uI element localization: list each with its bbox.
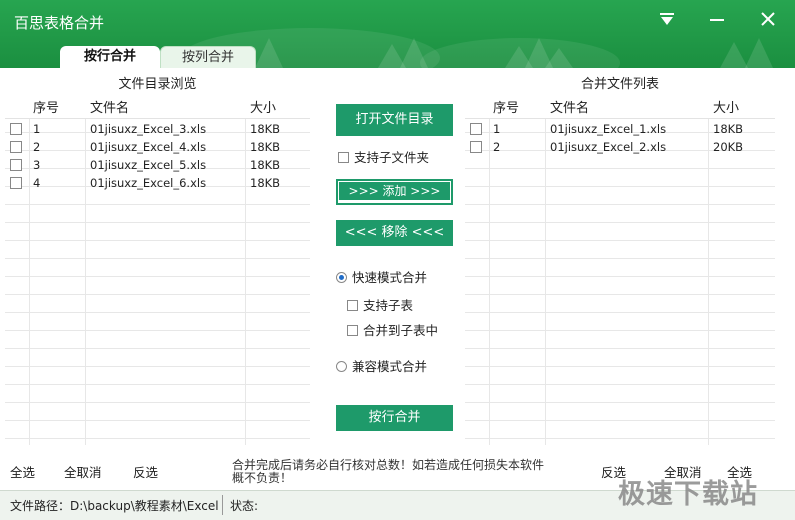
row-checkbox[interactable] [10,177,22,189]
row-index: 3 [33,158,41,172]
merge-by-row-button[interactable]: 按行合并 [336,405,453,431]
row-filename: 01jisuxz_Excel_1.xls [550,122,667,136]
row-index: 4 [33,176,41,190]
menu-button[interactable] [655,10,679,30]
left-select-all-link[interactable]: 全选 [10,462,35,481]
support-sheets-label: 支持子表 [363,298,414,313]
merge-file-list-table[interactable]: 序号 文件名 大小 1 01jisuxz_Excel_1.xls 18KB 2 … [465,97,775,445]
row-filename: 01jisuxz_Excel_6.xls [90,176,207,190]
include-subfolders-label: 支持子文件夹 [354,150,430,165]
column-header-index: 序号 [33,101,60,116]
merge-into-sheet-checkbox[interactable]: 合并到子表中 [347,324,438,338]
left-panel-title: 文件目录浏览 [118,77,197,92]
row-size: 18KB [713,122,744,136]
row-checkbox[interactable] [470,123,482,135]
left-deselect-all-link[interactable]: 全取消 [64,462,102,481]
radio-unselected[interactable] [336,361,347,372]
row-size: 18KB [250,140,281,154]
remove-button[interactable]: <<< 移除 <<< [336,220,453,246]
table-header: 序号 文件名 大小 [5,97,310,119]
background-tree [720,42,748,68]
add-button-label: >>> 添加 >>> [339,182,450,200]
column-header-size: 大小 [713,101,740,116]
row-index: 2 [33,140,41,154]
row-checkbox[interactable] [10,141,22,153]
dropdown-triangle-icon [660,13,674,25]
checkbox-box[interactable] [338,152,349,163]
row-size: 20KB [713,140,744,154]
tab-merge-by-row[interactable]: 按行合并 [60,46,160,68]
file-browser-table[interactable]: 序号 文件名 大小 1 01jisuxz_Excel_3.xls 18KB 2 … [5,97,310,445]
fast-mode-radio[interactable]: 快速模式合并 [336,271,427,285]
compat-mode-label: 兼容模式合并 [352,359,428,374]
row-filename: 01jisuxz_Excel_4.xls [90,140,207,154]
row-size: 18KB [250,122,281,136]
include-subfolders-checkbox[interactable]: 支持子文件夹 [338,151,429,165]
title-bar: 百思表格合并 按行合并 按列合并 [0,0,795,68]
merge-warning-text: 合并完成后请务必自行核对总数！如若造成任何损失本软件概不负责！ [232,458,545,485]
table-row[interactable]: 1 01jisuxz_Excel_3.xls 18KB [5,120,310,138]
row-checkbox[interactable] [10,159,22,171]
table-row[interactable]: 3 01jisuxz_Excel_5.xls 18KB [5,156,310,174]
column-header-filename: 文件名 [90,101,130,116]
row-index: 1 [493,122,501,136]
table-header: 序号 文件名 大小 [465,97,775,119]
row-checkbox[interactable] [10,123,22,135]
row-filename: 01jisuxz_Excel_3.xls [90,122,207,136]
status-separator [222,495,223,515]
background-tree [400,38,428,68]
status-label: 状态: [230,499,259,513]
background-tree [745,38,773,68]
close-button[interactable] [756,10,780,30]
checkbox-box[interactable] [347,300,358,311]
column-header-index: 序号 [493,101,520,116]
table-row[interactable]: 2 01jisuxz_Excel_4.xls 18KB [5,138,310,156]
background-tree [545,48,573,68]
tab-merge-by-column[interactable]: 按列合并 [160,46,256,68]
row-filename: 01jisuxz_Excel_2.xls [550,140,667,154]
window-title: 百思表格合并 [14,14,105,32]
close-icon [761,12,775,26]
table-row[interactable]: 1 01jisuxz_Excel_1.xls 18KB [465,120,775,138]
row-index: 1 [33,122,41,136]
row-size: 18KB [250,158,281,172]
compat-mode-radio[interactable]: 兼容模式合并 [336,360,427,374]
table-row[interactable]: 4 01jisuxz_Excel_6.xls 18KB [5,174,310,192]
radio-selected[interactable] [336,272,347,283]
open-directory-button[interactable]: 打开文件目录 [336,104,453,136]
minimize-button[interactable] [705,10,729,30]
column-header-filename: 文件名 [550,101,590,116]
table-row[interactable]: 2 01jisuxz_Excel_2.xls 20KB [465,138,775,156]
right-panel-title: 合并文件列表 [580,77,659,92]
row-filename: 01jisuxz_Excel_5.xls [90,158,207,172]
file-path-label: 文件路径：D:\backup\教程素材\Excel [10,499,219,513]
add-button[interactable]: >>> 添加 >>> [336,179,453,205]
row-index: 2 [493,140,501,154]
background-tree [255,38,283,68]
merge-into-sheet-label: 合并到子表中 [363,323,439,338]
checkbox-box[interactable] [347,325,358,336]
minimize-icon [710,19,724,21]
fast-mode-label: 快速模式合并 [352,270,428,285]
column-header-size: 大小 [250,101,277,116]
row-checkbox[interactable] [470,141,482,153]
support-sheets-checkbox[interactable]: 支持子表 [347,299,413,313]
row-size: 18KB [250,176,281,190]
left-invert-selection-link[interactable]: 反选 [133,462,158,481]
watermark-logo: 极速下载站 [618,479,758,510]
